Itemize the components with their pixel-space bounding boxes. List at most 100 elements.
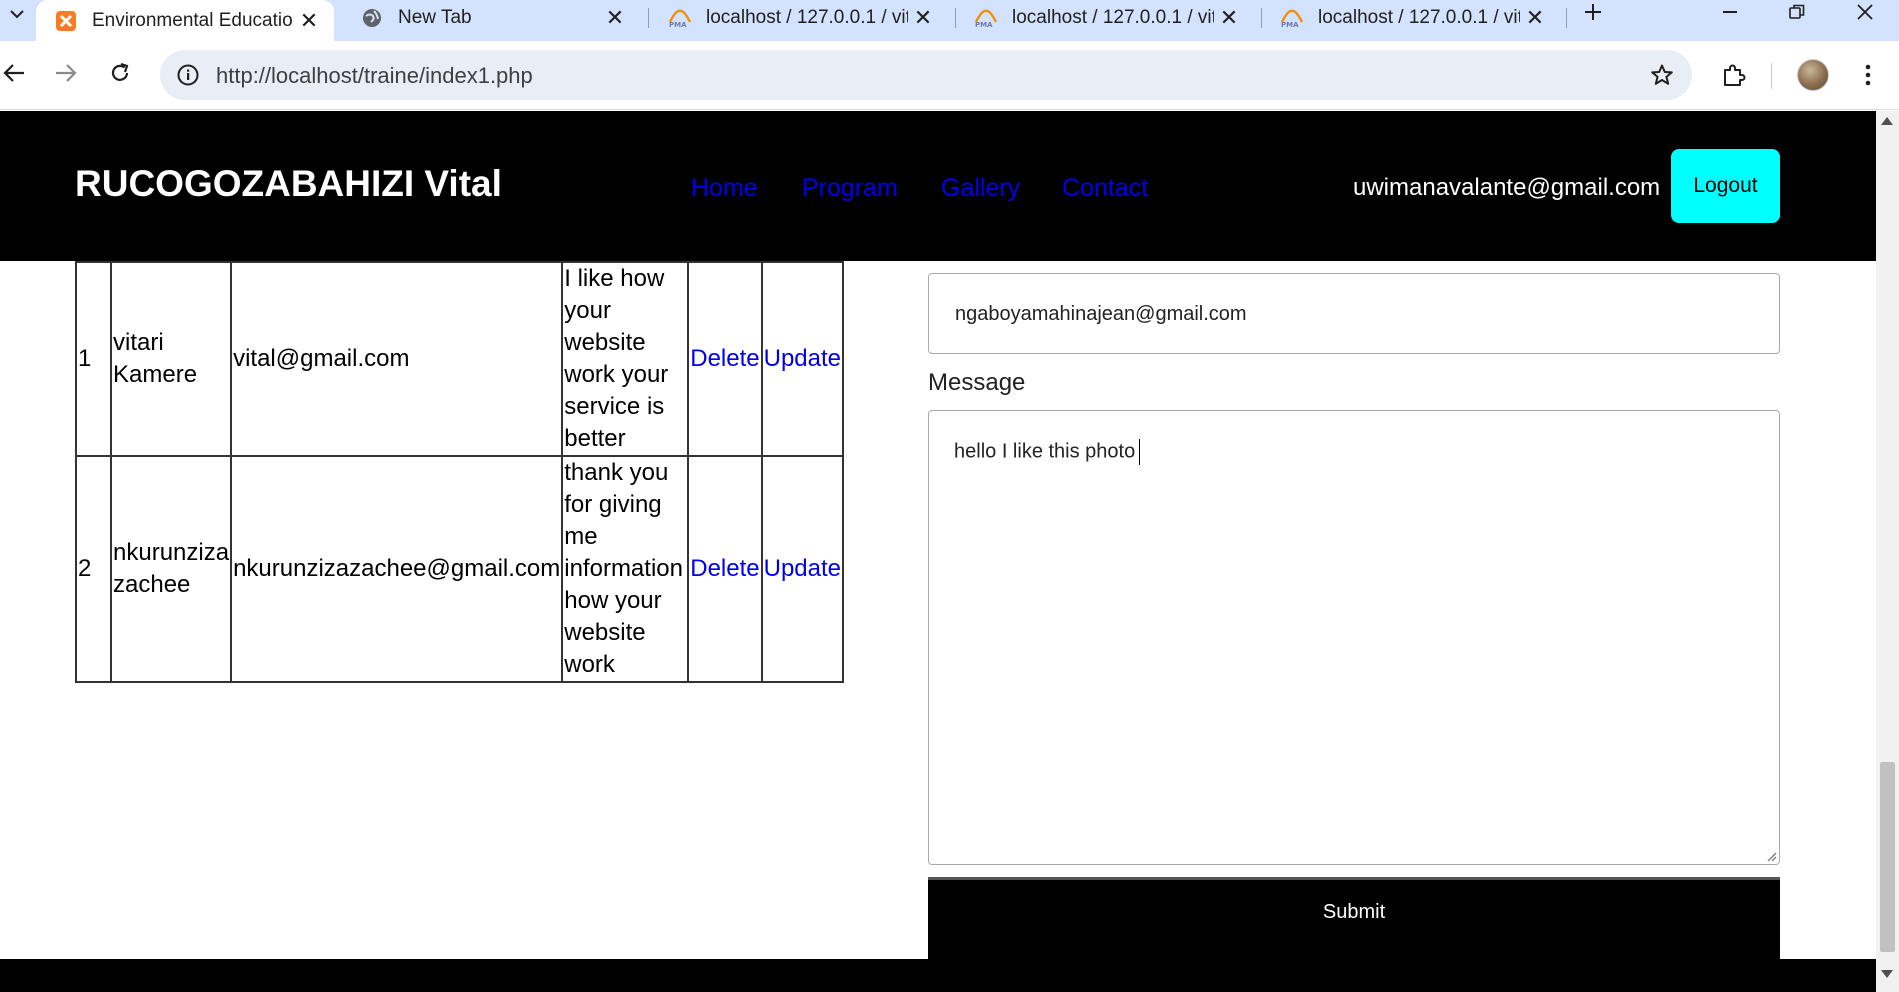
svg-text:PMA: PMA	[669, 21, 687, 28]
row-name-line: vitari	[113, 329, 164, 356]
text-caret	[1139, 439, 1141, 465]
close-tab-icon[interactable]: ✕	[294, 6, 324, 36]
row-email: vital@gmail.com	[230, 261, 564, 457]
new-tab-plus-icon[interactable]	[1578, 0, 1608, 24]
phpmyadmin-icon: PMA	[668, 6, 692, 30]
row-email: nkurunzizazachee@gmail.com	[230, 455, 564, 683]
row-name: vitari Kamere	[109, 261, 233, 457]
row-message-line: how your	[564, 587, 662, 614]
row-delete-cell: Delete	[687, 455, 763, 683]
tab-title: localhost / 127.0.0.1 / vit	[1012, 7, 1214, 28]
tab-environmental-education[interactable]: Environmental Education ✕	[36, 0, 334, 41]
table-row: 1 vitari Kamere vital@gmail.com I like h…	[75, 261, 845, 457]
message-textarea[interactable]: hello I like this photo	[928, 410, 1780, 865]
extensions-puzzle-icon[interactable]	[1714, 55, 1754, 95]
delete-link[interactable]: Delete	[690, 555, 759, 582]
restore-icon[interactable]	[1769, 0, 1825, 24]
nav-gallery[interactable]: Gallery	[941, 174, 1020, 203]
tab-phpmyadmin-3[interactable]: PMA localhost / 127.0.0.1 / vit ✕	[1262, 0, 1560, 36]
toolbar-separator	[1771, 63, 1772, 89]
page-viewport: 1 vitari Kamere vital@gmail.com I like h…	[0, 111, 1876, 992]
back-arrow-icon[interactable]	[0, 53, 34, 93]
row-message-line: service is	[564, 393, 665, 420]
row-message: thank you for giving me information how …	[561, 455, 690, 683]
row-name: nkurunziza zachee	[109, 455, 233, 683]
minimize-icon[interactable]	[1702, 0, 1758, 24]
svg-text:PMA: PMA	[975, 21, 993, 28]
row-id: 2	[75, 455, 112, 683]
page-scrollbar[interactable]	[1876, 111, 1899, 992]
resize-grip-icon[interactable]	[1763, 848, 1777, 862]
close-tab-icon[interactable]: ✕	[1214, 3, 1244, 33]
close-tab-icon[interactable]: ✕	[908, 3, 938, 33]
logout-button[interactable]: Logout	[1671, 149, 1780, 223]
submit-button[interactable]: Submit	[928, 877, 1780, 967]
address-bar[interactable]: http://localhost/traine/index1.php	[160, 50, 1692, 100]
row-message-line: better	[564, 425, 626, 452]
row-message-line: information	[564, 555, 683, 582]
row-message-line: work your	[564, 361, 669, 388]
browser-toolbar: http://localhost/traine/index1.php	[0, 41, 1899, 110]
delete-link[interactable]: Delete	[690, 345, 759, 372]
row-name-line: zachee	[113, 571, 191, 598]
tab-phpmyadmin-1[interactable]: PMA localhost / 127.0.0.1 / vit ✕	[650, 0, 948, 36]
row-message-line: website	[564, 619, 646, 646]
forward-arrow-icon[interactable]	[46, 53, 86, 93]
nav-program[interactable]: Program	[802, 174, 898, 203]
nav-home[interactable]: Home	[691, 174, 758, 203]
tab-search-chevron-icon[interactable]	[2, 0, 32, 28]
tab-strip: Environmental Education ✕ New Tab ✕ PMA …	[0, 0, 1899, 41]
tab-title: Environmental Education	[92, 9, 294, 31]
row-update-cell: Update	[760, 261, 845, 457]
scrollbar-thumb[interactable]	[1880, 762, 1895, 952]
row-update-cell: Update	[760, 455, 845, 683]
site-footer	[0, 959, 1876, 992]
message-text: hello I like this photo	[954, 440, 1136, 463]
row-message-line: for giving	[564, 491, 662, 518]
close-window-icon[interactable]	[1837, 0, 1893, 24]
row-message-line: I like how	[564, 265, 665, 292]
site-header: RUCOGOZABAHIZI Vital Home Program Galler…	[0, 111, 1876, 261]
phpmyadmin-icon: PMA	[974, 6, 998, 30]
more-menu-icon[interactable]	[1848, 55, 1888, 95]
row-message-line: your	[564, 297, 611, 324]
message-label: Message	[928, 369, 1026, 396]
tab-separator	[648, 8, 649, 28]
row-message-line: website	[564, 329, 646, 356]
scroll-up-arrow-icon[interactable]	[1881, 117, 1893, 125]
close-tab-icon[interactable]: ✕	[1520, 3, 1550, 33]
user-email: uwimanavalante@gmail.com	[1353, 174, 1661, 201]
row-delete-cell: Delete	[687, 261, 763, 457]
bookmark-star-icon[interactable]	[1646, 59, 1678, 91]
tab-separator	[1566, 8, 1567, 28]
close-tab-icon[interactable]: ✕	[600, 3, 630, 33]
row-message: I like how your website work your servic…	[561, 261, 690, 457]
update-link[interactable]: Update	[764, 345, 841, 372]
row-name-line: Kamere	[113, 361, 198, 388]
reload-icon[interactable]	[100, 53, 140, 93]
row-message-line: work	[564, 651, 615, 678]
site-brand: RUCOGOZABAHIZI Vital	[75, 163, 502, 204]
tab-title: New Tab	[398, 7, 472, 28]
svg-text:PMA: PMA	[1281, 21, 1299, 28]
tab-title: localhost / 127.0.0.1 / vit	[1318, 7, 1520, 28]
update-link[interactable]: Update	[764, 555, 841, 582]
tab-title: localhost / 127.0.0.1 / vit	[706, 7, 908, 28]
row-message-line: thank you	[564, 459, 669, 486]
url-text: http://localhost/traine/index1.php	[216, 63, 533, 88]
feedback-table: 1 vitari Kamere vital@gmail.com I like h…	[75, 261, 845, 683]
globe-icon	[360, 6, 384, 30]
nav-contact[interactable]: Contact	[1062, 174, 1148, 203]
row-message-line: me	[564, 523, 598, 550]
tab-new-tab[interactable]: New Tab ✕	[342, 0, 640, 36]
scroll-down-arrow-icon[interactable]	[1881, 970, 1893, 978]
profile-avatar[interactable]	[1797, 59, 1829, 91]
table-row: 2 nkurunziza zachee nkurunzizazachee@gma…	[75, 455, 845, 683]
phpmyadmin-icon: PMA	[1280, 6, 1304, 30]
email-field[interactable]: ngaboyamahinajean@gmail.com	[928, 273, 1780, 354]
row-id: 1	[75, 261, 112, 457]
row-name-line: nkurunziza	[113, 539, 230, 566]
tab-phpmyadmin-2[interactable]: PMA localhost / 127.0.0.1 / vit ✕	[956, 0, 1254, 36]
site-info-icon[interactable]	[172, 59, 204, 91]
xampp-icon	[54, 9, 78, 33]
